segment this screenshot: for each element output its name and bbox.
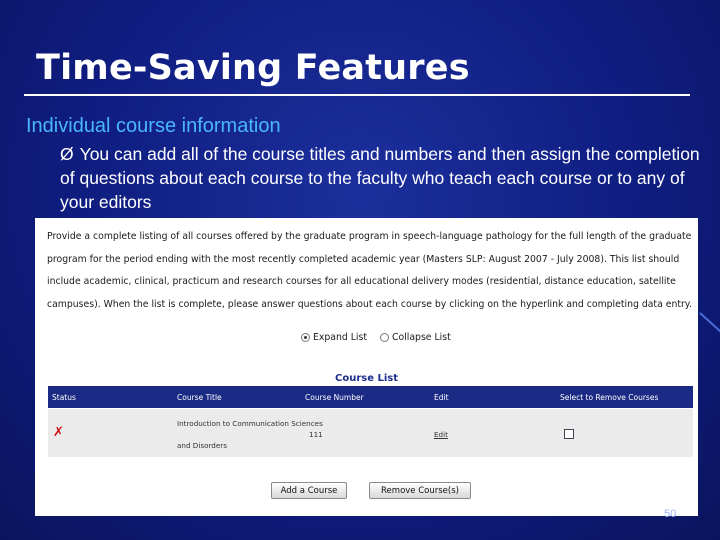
table-header: Status Course Title Course Number Edit S… [48,386,693,408]
expand-list-label: Expand List [313,332,367,343]
course-number: 111 [309,430,323,439]
embedded-screenshot: Provide a complete listing of all course… [35,218,698,516]
title-underline [24,94,690,96]
slide-title: Time-Saving Features [36,48,470,88]
column-header: Course Title [177,393,222,402]
expand-list-option[interactable]: Expand List [301,332,367,343]
course-list-title: Course List [334,373,398,384]
course-title-line: and Disorders [177,441,227,450]
slide-subtitle: Individual course information [26,115,281,137]
radio-unselected-icon[interactable] [380,333,389,342]
edit-link[interactable]: Edit [434,430,448,439]
course-title-line: Introduction to Communication Sciences [177,419,323,428]
column-header: Select to Remove Courses [560,393,659,402]
decorative-line [699,312,720,334]
arrow-bullet-icon: Ø [60,144,74,164]
x-icon[interactable]: ✗ [53,425,64,440]
add-course-button[interactable]: Add a Course [271,482,347,499]
instructions-text: Provide a complete listing of all course… [47,231,692,310]
collapse-list-label: Collapse List [392,332,451,343]
column-header: Edit [434,393,449,402]
bullet-point: Ø You can add all of the course titles an… [60,142,700,214]
remove-courses-button[interactable]: Remove Course(s) [369,482,471,499]
column-header: Course Number [305,393,364,402]
page-number: 50 [664,508,677,520]
bullet-text: You can add all of the course titles and… [60,144,700,212]
remove-course-checkbox[interactable] [564,429,574,439]
column-header: Status [52,393,76,402]
radio-selected-icon[interactable] [301,333,310,342]
collapse-list-option[interactable]: Collapse List [380,332,451,343]
table-row: ✗ Introduction to Communication Sciences… [48,409,693,457]
